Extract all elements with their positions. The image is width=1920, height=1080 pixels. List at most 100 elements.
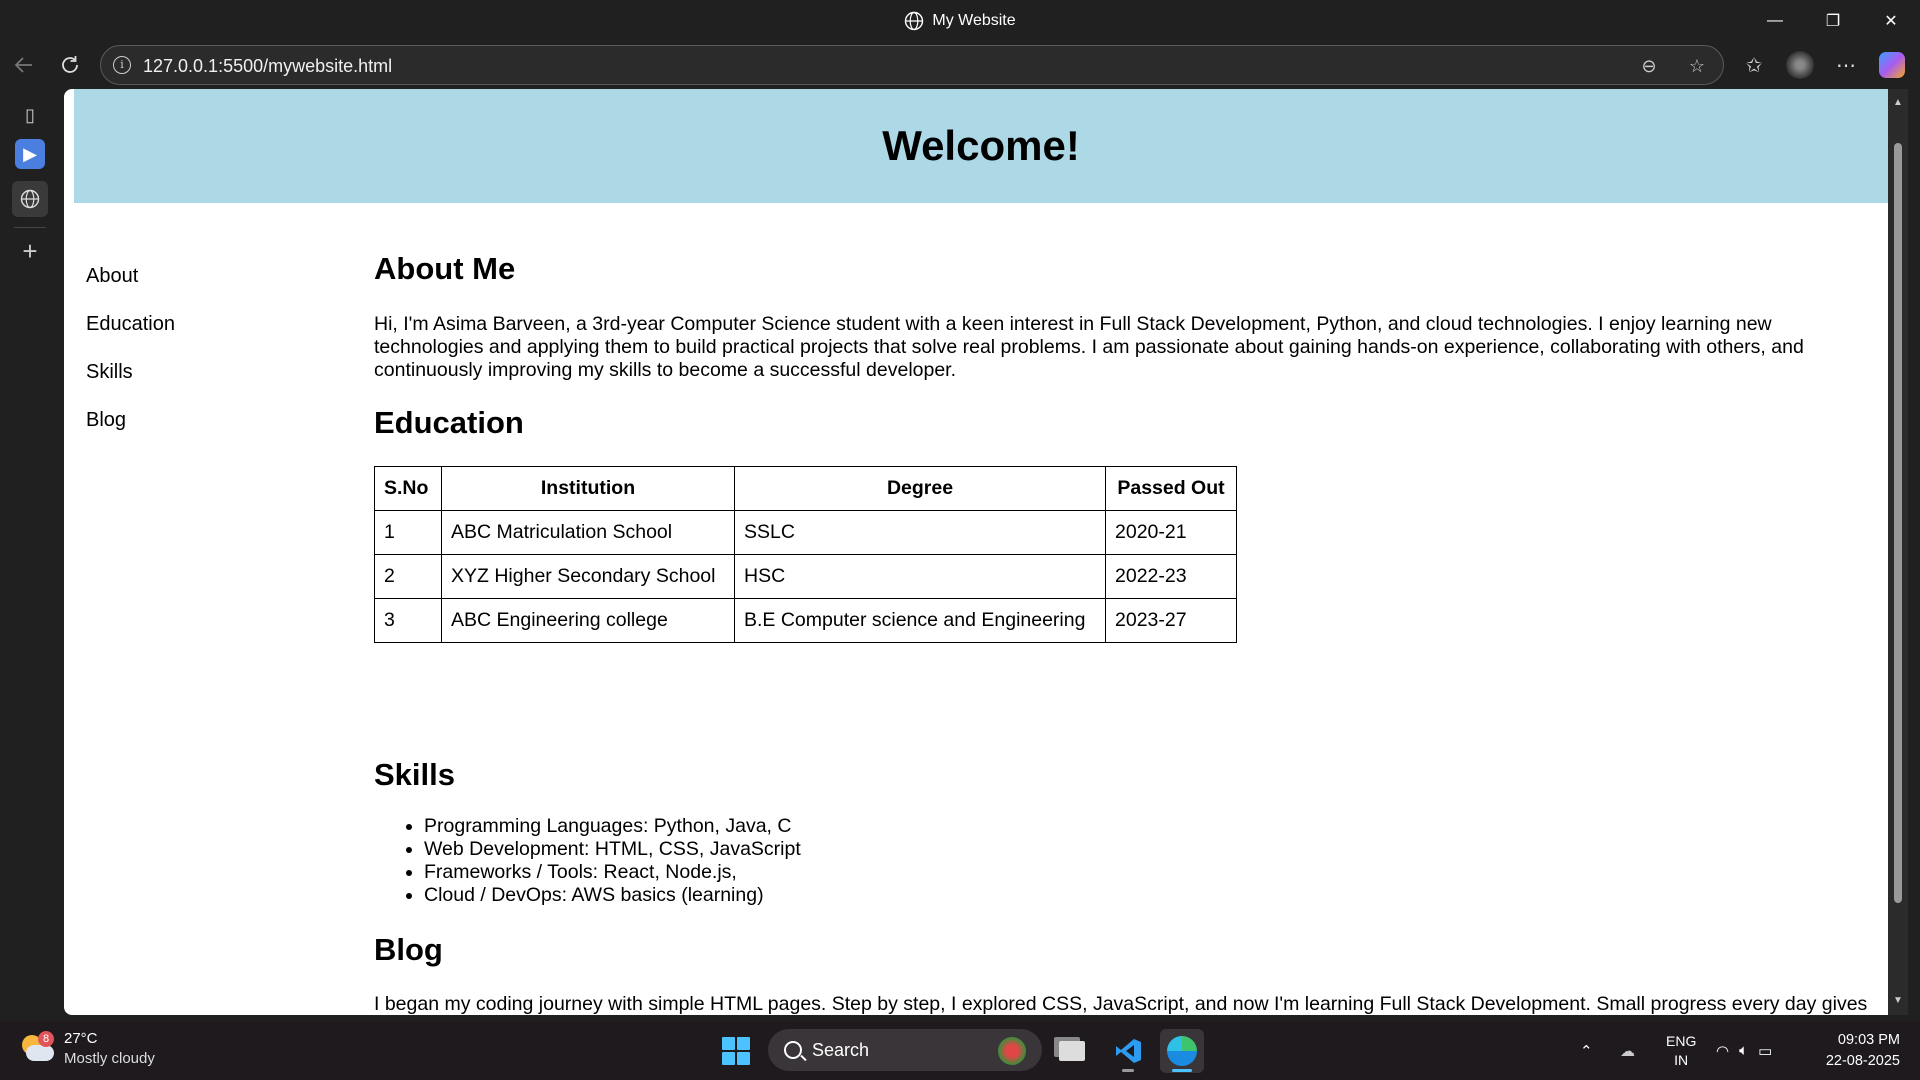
table-cell: XYZ Higher Secondary School [441,554,735,599]
new-tab-button[interactable]: + [12,233,48,269]
education-table: S.No Institution Degree Passed Out 1 ABC… [374,466,1237,643]
tray-overflow-button[interactable]: ⌃ [1580,1021,1593,1080]
edge-app[interactable] [1160,1029,1204,1073]
scroll-up-icon[interactable]: ▲ [1892,97,1904,108]
nav-link-about[interactable]: About [86,264,306,312]
wifi-icon: ◠ [1716,1042,1730,1060]
table-cell: HSC [734,554,1106,599]
skills-heading: Skills [374,757,455,792]
more-actions-icon[interactable]: ⊖ [1637,54,1661,78]
clock[interactable]: 09:03 PM 22-08-2025 [1826,1030,1900,1072]
restore-icon: ❐ [1825,12,1841,30]
education-heading: Education [374,405,524,440]
tab-my-website[interactable] [12,181,48,217]
blog-text: I began my coding journey with simple HT… [374,993,1868,1015]
column-header: Degree [734,466,1106,511]
arrow-left-icon [14,57,32,73]
volume-icon: 🔈︎ [1739,1042,1749,1059]
language-code: ENG [1666,1032,1697,1049]
taskbar: 8 27°C Mostly cloudy Search ⌃ ☁ ENG IN ◠… [0,1021,1920,1080]
taskview-button[interactable] [1050,1029,1094,1073]
nav-link-skills[interactable]: Skills [86,360,306,408]
back-button[interactable] [6,47,42,83]
about-text: Hi, I'm Asima Barveen, a 3rd-year Comput… [374,313,1804,381]
window-title-text: My Website [932,11,1016,29]
list-item: Web Development: HTML, CSS, JavaScript [424,838,801,861]
region-code: IN [1674,1051,1689,1068]
page-title: Welcome! [882,122,1080,169]
column-header: Institution [441,466,735,511]
favorites-button[interactable]: ✩ [1736,47,1772,83]
vscode-app[interactable] [1106,1029,1150,1073]
minimize-button[interactable]: — [1752,0,1798,41]
list-item: Frameworks / Tools: React, Node.js, [424,861,801,884]
window-titlebar: My Website — ❐ ✕ [0,0,1920,41]
table-header-row: S.No Institution Degree Passed Out [374,466,1237,511]
minimize-icon: — [1767,11,1783,29]
window-title: My Website [0,0,1920,41]
refresh-button[interactable] [52,47,88,83]
favorite-star-icon[interactable]: ☆ [1685,54,1709,78]
table-cell: 2023-27 [1105,598,1237,643]
skills-list: Programming Languages: Python, Java, C W… [424,815,801,907]
nav-link-education[interactable]: Education [86,312,306,360]
table-cell: ABC Engineering college [441,598,735,643]
table-cell: SSLC [734,510,1106,555]
edge-icon [1167,1036,1197,1066]
ellipsis-icon: ⋯ [1836,54,1856,77]
nav-link-blog[interactable]: Blog [86,408,306,456]
tray-onedrive[interactable]: ☁ [1620,1021,1635,1080]
table-cell: 2022-23 [1105,554,1237,599]
site-header: Welcome! [74,89,1888,203]
tab-media[interactable]: ▶ [15,139,45,169]
browser-toolbar: i 127.0.0.1:5500/mywebsite.html ⊖ ☆ ✩ ⋯ [0,41,1920,89]
globe-icon [905,11,924,30]
clock-time: 09:03 PM [1837,1032,1900,1048]
table-cell: ABC Matriculation School [441,510,735,555]
address-bar[interactable]: i 127.0.0.1:5500/mywebsite.html ⊖ ☆ [100,45,1724,85]
table-cell: 2020-21 [1105,510,1237,555]
search-icon [784,1041,802,1059]
list-item: Programming Languages: Python, Java, C [424,815,801,838]
about-heading: About Me [374,251,516,286]
scroll-thumb[interactable] [1894,143,1902,903]
refresh-icon [62,56,78,73]
table-row: 2 XYZ Higher Secondary School HSC 2022-2… [374,554,1237,599]
weather-icon: 8 [20,1031,56,1067]
table-cell: 2 [374,554,442,599]
profile-button[interactable] [1782,47,1818,83]
start-button[interactable] [718,1033,754,1069]
list-item: Cloud / DevOps: AWS basics (learning) [424,884,801,907]
panel-icon: ▯ [25,104,35,125]
globe-icon [20,189,40,209]
page-scrollbar[interactable]: ▲ ▼ [1888,89,1908,1015]
tab-actions-button[interactable]: ▯ [12,97,48,133]
taskbar-search[interactable]: Search [768,1029,1042,1071]
settings-menu-button[interactable]: ⋯ [1828,47,1864,83]
vertical-tab-bar: ▯ ▶ + [0,89,62,1021]
table-row: 1 ABC Matriculation School SSLC 2020-21 [374,510,1237,555]
close-button[interactable]: ✕ [1868,0,1914,41]
system-status[interactable]: ◠ 🔈︎ ▭ [1716,1021,1772,1080]
restore-button[interactable]: ❐ [1810,0,1856,41]
table-cell: B.E Computer science and Engineering [734,598,1106,643]
search-highlight-icon [998,1037,1026,1065]
notification-badge: 8 [38,1031,54,1047]
url-text[interactable]: 127.0.0.1:5500/mywebsite.html [143,56,392,77]
weather-temp: 27°C [64,1030,98,1047]
table-cell: 3 [374,598,442,643]
blog-heading: Blog [374,932,443,967]
weather-widget[interactable]: 8 27°C Mostly cloudy [20,1029,155,1069]
site-info-icon[interactable]: i [113,56,131,74]
avatar [1786,51,1814,79]
plus-icon: + [22,235,38,266]
taskview-icon [1059,1041,1085,1061]
clock-date: 22-08-2025 [1825,1053,1900,1069]
weather-desc: Mostly cloudy [64,1050,155,1067]
language-indicator[interactable]: ENG IN [1666,1021,1696,1080]
copilot-button[interactable] [1874,47,1910,83]
column-header: Passed Out [1105,466,1237,511]
scroll-down-icon[interactable]: ▼ [1892,995,1904,1006]
cloud-error-icon: ☁ [1620,1042,1635,1060]
column-header: S.No [374,466,442,511]
